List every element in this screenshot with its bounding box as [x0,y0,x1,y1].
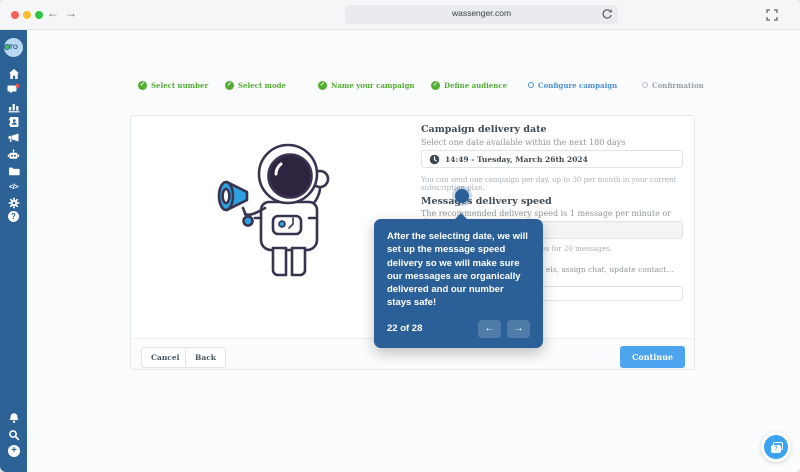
step-confirmation[interactable]: Confirmation [642,79,704,91]
sidebar-item-create[interactable]: + [8,445,20,457]
address-bar-url[interactable]: wassenger.com [345,8,618,18]
search-icon [8,429,20,441]
tour-progress: 22 of 28 [387,323,422,334]
app-sidebar: TO [0,30,27,472]
sidebar-item-home[interactable] [0,67,27,80]
sidebar-item-files[interactable] [0,164,27,177]
continue-button[interactable]: Continue [620,346,685,368]
bell-icon [8,412,20,424]
step-label: Select number [151,81,208,90]
clock-icon [429,154,440,165]
check-icon: ✓ [138,81,147,90]
support-chat-widget[interactable]: ? [761,432,791,462]
address-book-icon [8,116,20,128]
check-icon: ✓ [431,81,440,90]
minimize-window-button[interactable] [23,11,31,19]
sidebar-item-campaigns[interactable] [0,131,27,144]
step-configure-campaign[interactable]: Configure campaign [528,79,617,91]
sidebar-item-help[interactable]: ? [8,211,19,222]
browser-window: ← → wassenger.com TO [0,0,800,472]
step-label: Configure campaign [538,81,617,90]
plus-icon: + [11,445,17,456]
tour-beacon[interactable] [455,189,469,203]
actions-subtitle-fragment: els, assign chat, update contact... [546,265,683,274]
step-circle-icon [528,82,534,88]
sidebar-item-notifications[interactable] [0,411,27,424]
code-icon: </> [9,182,18,191]
bar-chart-icon [8,101,20,113]
step-label: Confirmation [652,81,704,90]
question-icon: ? [11,212,16,221]
robot-icon [7,149,20,161]
sidebar-item-settings[interactable] [0,196,27,209]
step-circle-icon [642,82,648,88]
sidebar-item-contacts[interactable] [0,115,27,128]
tour-next-button[interactable]: → [507,320,530,338]
sidebar-item-search[interactable] [0,428,27,441]
chat-widget-icon: ? [764,435,788,459]
megaphone-icon [7,132,20,144]
close-window-button[interactable] [11,11,19,19]
check-icon: ✓ [225,81,234,90]
sidebar-item-developer[interactable]: </> [0,182,27,195]
step-select-number[interactable]: ✓ Select number [138,79,208,91]
browser-toolbar: ← → wassenger.com [0,0,800,30]
step-label: Name your campaign [331,81,414,90]
zoom-window-button[interactable] [35,11,43,19]
astronaut-illustration [203,132,368,284]
delivery-date-subtitle: Select one date available within the nex… [421,138,683,147]
browser-forward-button[interactable]: → [65,6,77,20]
fullscreen-icon[interactable] [766,9,778,21]
delivery-date-value: 14:49 - Tuesday, March 26th 2024 [445,155,588,164]
sidebar-item-chats[interactable] [0,83,27,96]
browser-back-button[interactable]: ← [47,6,59,20]
cancel-button[interactable]: Cancel [141,347,189,368]
step-define-audience[interactable]: ✓ Define audience [431,79,507,91]
address-bar[interactable]: wassenger.com [345,5,618,24]
refresh-icon[interactable] [601,8,613,20]
step-select-mode[interactable]: ✓ Select mode [225,79,286,91]
tour-text: After the selecting date, we will set up… [387,230,530,310]
back-button[interactable]: Back [185,347,226,368]
sidebar-item-analytics[interactable] [0,100,27,113]
step-label: Define audience [444,81,507,90]
delivery-date-title: Campaign delivery date [421,124,683,135]
chat-icon [7,83,20,96]
check-icon: ✓ [318,81,327,90]
tour-prev-button[interactable]: ← [478,320,501,338]
sidebar-item-bot[interactable] [0,148,27,161]
avatar[interactable]: TO [4,38,23,57]
online-status-dot [4,44,10,50]
home-icon [8,68,20,80]
tour-tooltip: After the selecting date, we will set up… [374,219,543,348]
delivery-date-input[interactable]: 14:49 - Tuesday, March 26th 2024 [421,150,683,168]
step-name-campaign[interactable]: ✓ Name your campaign [318,79,414,91]
step-label: Select mode [238,81,286,90]
folder-icon [8,165,20,177]
gear-icon [8,197,20,209]
